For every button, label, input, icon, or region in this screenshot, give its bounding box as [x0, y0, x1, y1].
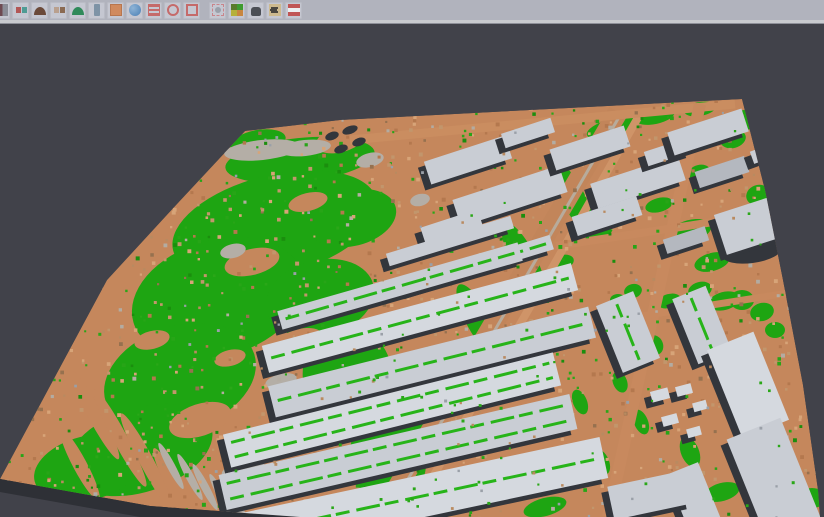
- dsm-surface-icon: [34, 4, 46, 16]
- layer-stack-button[interactable]: [285, 2, 302, 19]
- building-model-icon: [251, 7, 261, 16]
- selection-bounds-button[interactable]: [183, 2, 200, 19]
- classification-map-icon: [231, 4, 243, 16]
- sparse-points-button[interactable]: [50, 2, 67, 19]
- target-ring-button[interactable]: [164, 2, 181, 19]
- texture-tile-button[interactable]: [266, 2, 283, 19]
- toolbar: [0, 0, 824, 20]
- water-column-button[interactable]: [88, 2, 105, 19]
- terrain-model-icon: [72, 4, 84, 16]
- contour-lines-button[interactable]: [145, 2, 162, 19]
- dsm-surface-button[interactable]: [31, 2, 48, 19]
- building-model-button[interactable]: [247, 2, 264, 19]
- globe-icon: [129, 4, 141, 16]
- scene-svg: [0, 25, 824, 517]
- classified-points-icon: [15, 4, 27, 16]
- orthomosaic-icon: [110, 4, 122, 16]
- application-window: [0, 0, 824, 517]
- clipped-edge-icon: [0, 4, 8, 16]
- clipped-edge-button[interactable]: [0, 2, 10, 19]
- texture-tile-icon: [269, 4, 281, 16]
- layer-stack-icon: [288, 4, 300, 16]
- water-column-icon: [91, 4, 103, 16]
- 3d-viewport[interactable]: [0, 25, 824, 517]
- orthomosaic-button[interactable]: [107, 2, 124, 19]
- sparse-points-icon: [53, 4, 65, 16]
- classified-points-button[interactable]: [12, 2, 29, 19]
- globe-button[interactable]: [126, 2, 143, 19]
- classification-map-button[interactable]: [228, 2, 245, 19]
- contour-lines-icon: [148, 4, 160, 16]
- sphere-bounds-button[interactable]: [209, 2, 226, 19]
- target-ring-icon: [167, 4, 179, 16]
- sphere-bounds-icon: [212, 4, 224, 16]
- selection-bounds-icon: [186, 4, 198, 16]
- terrain-model-button[interactable]: [69, 2, 86, 19]
- toolbar-bottom-strip: [0, 20, 824, 24]
